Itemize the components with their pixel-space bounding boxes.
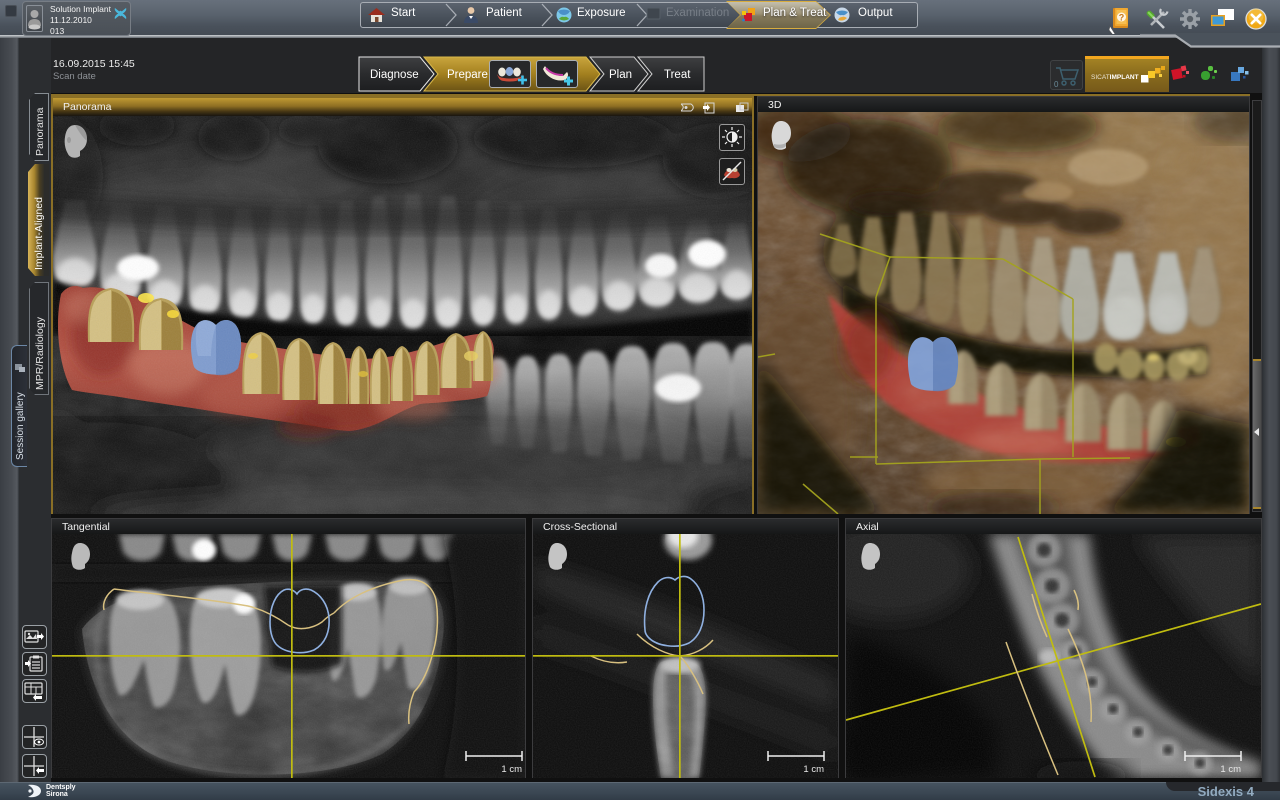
svg-text:0: 0 (1054, 80, 1059, 89)
svg-text:Prepare: Prepare (447, 69, 488, 81)
svg-text:Plan: Plan (609, 69, 632, 81)
svg-text:1 cm: 1 cm (803, 764, 824, 775)
svg-text:Diagnose: Diagnose (370, 69, 419, 81)
svg-text:Treat: Treat (664, 69, 691, 81)
svg-text:?: ? (1119, 13, 1125, 23)
svg-text:1 cm: 1 cm (1220, 764, 1241, 775)
svg-text:1 cm: 1 cm (501, 764, 522, 775)
